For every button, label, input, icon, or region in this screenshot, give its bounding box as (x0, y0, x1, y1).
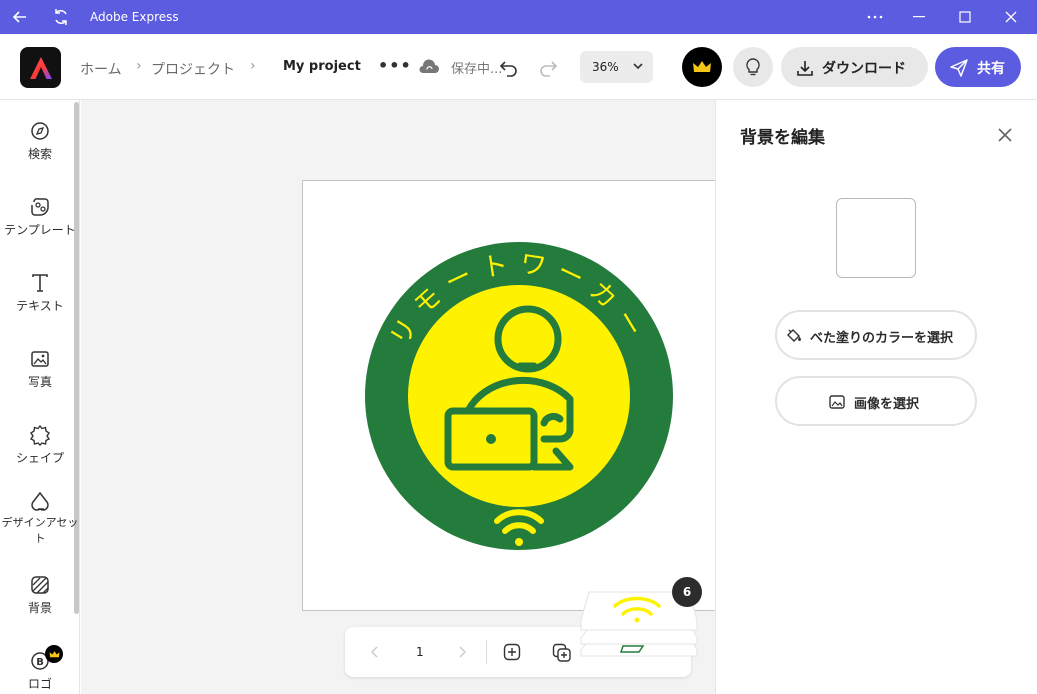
minimize-icon (913, 16, 925, 18)
app-title: Adobe Express (90, 10, 179, 24)
share-button[interactable]: 共有 (935, 47, 1021, 87)
chevron-right-icon: › (250, 58, 256, 74)
rail-item-photos[interactable]: 写真 (0, 348, 80, 390)
select-image-button[interactable]: 画像を選択 (775, 376, 977, 426)
fill-color-button[interactable]: べた塗りのカラーを選択 (775, 310, 977, 360)
cloud-sync-icon (419, 59, 439, 73)
rail-label: シェイプ (15, 451, 64, 465)
back-arrow-icon[interactable] (10, 7, 30, 27)
left-rail: 検索 テンプレート テキスト 写真 シェイプ デザインアセット 背景 B ロゴ (0, 100, 80, 694)
window-titlebar: Adobe Express (0, 0, 1037, 34)
canvas-area: リモートワーカー 1 6 (81, 100, 715, 694)
window-more-button[interactable] (852, 0, 898, 34)
zoom-dropdown[interactable]: 36% (580, 51, 653, 83)
app-header: ホーム › プロジェクト › My project ••• 保存中... 36%… (0, 34, 1037, 100)
minimize-button[interactable] (896, 0, 942, 34)
premium-badge (45, 645, 63, 663)
ellipsis-icon (867, 15, 883, 19)
chevron-down-icon (633, 63, 643, 70)
breadcrumb-projects[interactable]: プロジェクト (151, 59, 235, 79)
ideas-button[interactable] (733, 47, 773, 87)
chevron-right-icon[interactable] (456, 645, 468, 659)
fill-color-label: べた塗りのカラーを選択 (810, 331, 954, 346)
adobe-express-icon (29, 56, 52, 79)
download-label: ダウンロード (822, 61, 906, 77)
text-icon (32, 274, 48, 292)
design-page[interactable]: リモートワーカー (302, 180, 715, 611)
rail-item-design-assets[interactable]: デザインアセット (0, 490, 80, 547)
close-window-button[interactable] (988, 0, 1034, 34)
rail-label: 背景 (27, 601, 52, 615)
redo-icon[interactable] (537, 56, 559, 78)
rail-label: テキスト (16, 299, 64, 313)
adobe-express-logo[interactable] (20, 47, 61, 88)
badge-inner-circle (408, 285, 630, 507)
crown-icon (693, 61, 711, 72)
image-icon (829, 395, 845, 409)
rail-item-logo[interactable]: B ロゴ (0, 650, 80, 692)
project-name[interactable]: My project (283, 59, 361, 74)
svg-text:B: B (36, 657, 44, 668)
rail-label: テンプレート (4, 223, 76, 237)
breadcrumb-home[interactable]: ホーム (80, 59, 122, 79)
photo-icon (31, 351, 49, 367)
panel-title: 背景を編集 (740, 128, 825, 148)
rail-item-templates[interactable]: テンプレート (0, 196, 80, 238)
refresh-icon[interactable] (51, 7, 71, 27)
chevron-left-icon[interactable] (369, 645, 381, 659)
page-number: 1 (416, 645, 424, 659)
paint-bucket-icon (787, 329, 801, 342)
premium-button[interactable] (682, 47, 722, 87)
close-icon[interactable] (996, 126, 1014, 144)
chevron-right-icon: › (136, 58, 142, 74)
maximize-icon (959, 11, 971, 23)
crown-icon (49, 650, 59, 657)
rail-label: ロゴ (27, 677, 52, 691)
thumbnail-count-badge: 6 (672, 577, 702, 607)
send-icon (950, 59, 968, 77)
compass-icon (31, 122, 49, 140)
download-icon (797, 61, 813, 76)
lightbulb-icon (746, 58, 760, 76)
rail-item-text[interactable]: テキスト (0, 272, 80, 314)
template-icon (31, 198, 49, 216)
more-options-button[interactable]: ••• (378, 56, 411, 78)
pager-divider (486, 640, 487, 664)
remote-worker-badge[interactable]: リモートワーカー (364, 241, 674, 551)
background-color-swatch[interactable] (836, 198, 916, 278)
rail-item-background[interactable]: 背景 (0, 574, 80, 616)
zoom-value: 36% (592, 60, 619, 74)
undo-icon[interactable] (498, 56, 520, 78)
background-icon (31, 576, 49, 594)
rail-item-search[interactable]: 検索 (0, 120, 80, 162)
rail-label: 検索 (27, 147, 52, 161)
rail-label: 写真 (27, 375, 52, 389)
select-image-label: 画像を選択 (854, 397, 920, 412)
rail-label: デザインアセット (1, 516, 79, 545)
duplicate-page-icon[interactable] (552, 643, 572, 663)
maximize-button[interactable] (942, 0, 988, 34)
design-asset-icon (31, 491, 49, 511)
add-page-icon[interactable] (503, 643, 521, 661)
background-edit-panel: 背景を編集 べた塗りのカラーを選択 画像を選択 (715, 100, 1037, 694)
saving-status: 保存中... (451, 62, 503, 77)
shape-icon (29, 424, 51, 446)
share-label: 共有 (977, 61, 1005, 77)
rail-item-shapes[interactable]: シェイプ (0, 424, 80, 466)
close-icon (1005, 11, 1017, 23)
download-button[interactable]: ダウンロード (781, 47, 928, 87)
